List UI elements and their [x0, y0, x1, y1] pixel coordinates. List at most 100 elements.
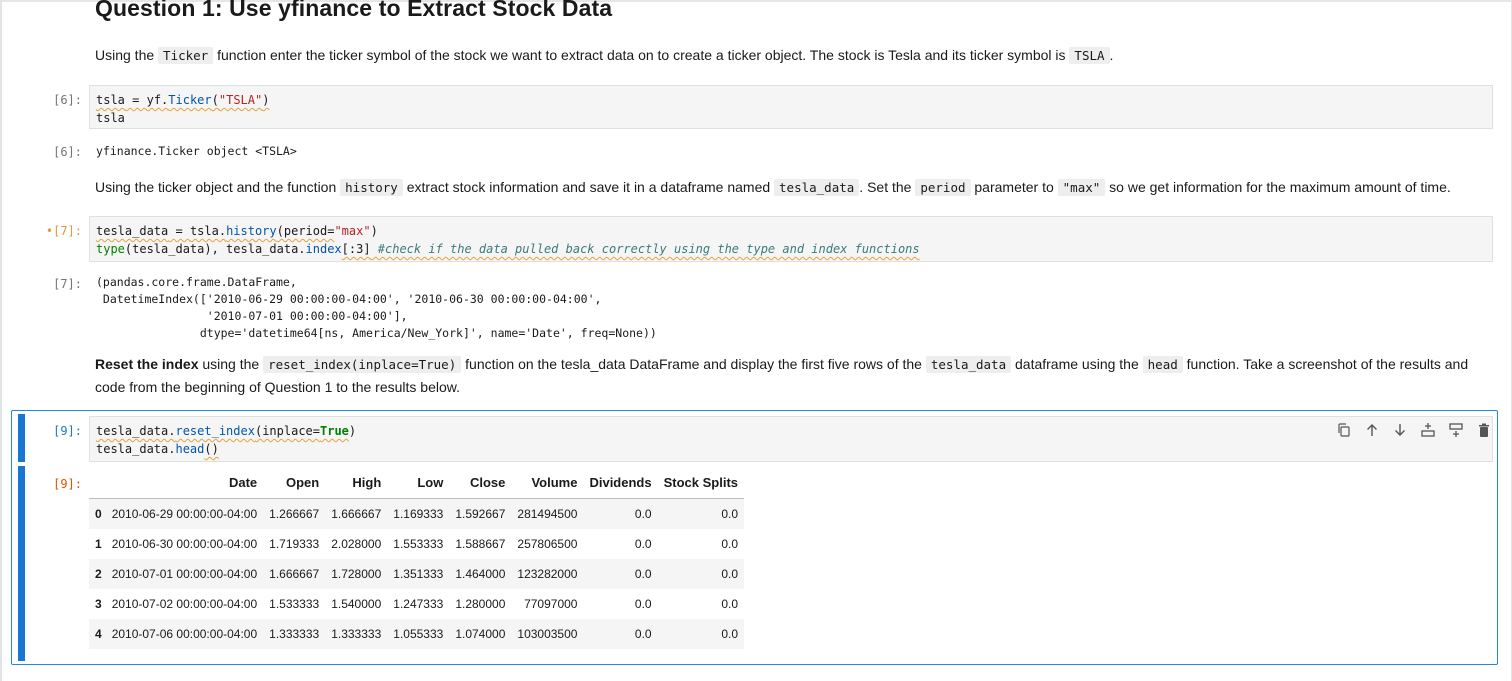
insert-above-icon[interactable] — [1418, 420, 1438, 440]
table-cell: 2010-07-01 00:00:00-04:00 — [105, 559, 264, 589]
table-cell: 1.728000 — [325, 559, 388, 589]
cell7-input-prompt: •[7]: — [45, 224, 82, 238]
table-cell: 2010-07-06 00:00:00-04:00 — [105, 619, 264, 649]
input-collapser[interactable] — [18, 414, 25, 462]
column-header: Open — [263, 471, 326, 499]
row-index: 1 — [95, 537, 102, 551]
table-cell: 1.719333 — [269, 537, 320, 551]
column-header: Close — [449, 471, 512, 499]
code-token: history — [226, 224, 277, 238]
table-cell: 1.333333 — [325, 619, 388, 649]
duplicate-icon[interactable] — [1334, 420, 1354, 440]
intro-text-1: Using the — [95, 47, 159, 63]
row-index: 0 — [89, 498, 106, 529]
table-cell: 0.0 — [721, 537, 739, 551]
md2-text-2: extract stock information and save it in… — [402, 179, 775, 195]
md3-text-2: function on the tesla_data DataFrame and… — [461, 356, 926, 372]
table-cell: 1.333333 — [263, 619, 326, 649]
code-token: () — [204, 442, 219, 456]
markdown-intro: Using the Ticker function enter the tick… — [95, 44, 1113, 67]
intro-text-2: function enter the ticker symbol of the … — [213, 47, 1070, 63]
cell9-output-prompt: [9]: — [53, 477, 82, 491]
md2-code-tesla-data: tesla_data — [774, 179, 860, 196]
insert-below-icon[interactable] — [1446, 420, 1466, 440]
cell6-code-editor[interactable]: tsla = yf.Ticker("TSLA") tsla — [89, 85, 1493, 129]
table-cell: 0.0 — [657, 498, 745, 529]
table-cell: 1.592667 — [449, 498, 512, 529]
table-cell: 0.0 — [583, 619, 658, 649]
md2-code-history: history — [340, 179, 403, 196]
code-token: reset_index — [175, 424, 255, 438]
column-header: Date — [105, 471, 264, 499]
cell9-code-editor[interactable]: tesla_data.reset_index(inplace=True) tes… — [89, 416, 1493, 462]
md3-code-tesla-data: tesla_data — [925, 356, 1012, 373]
table-cell: 77097000 — [524, 597, 578, 611]
output-collapser[interactable] — [18, 466, 25, 661]
column-header: High — [325, 471, 388, 499]
table-cell: 0.0 — [721, 597, 739, 611]
cell6-output-prompt: [6]: — [53, 145, 82, 159]
code-token: ) — [348, 424, 357, 438]
code-token: type — [96, 242, 125, 256]
table-cell: 2010-06-30 00:00:00-04:00 — [111, 537, 258, 551]
table-cell: 257806500 — [517, 537, 578, 551]
column-header: Low — [387, 471, 450, 499]
code-token: Ticker — [168, 93, 212, 107]
table-cell: 1.351333 — [387, 559, 450, 589]
column-header: Stock Splits — [657, 471, 745, 499]
window-left-border — [0, 0, 2, 681]
md3-text-3: dataframe using the — [1011, 356, 1143, 372]
table-cell: 0.0 — [657, 559, 745, 589]
code-token: index — [305, 242, 342, 256]
markdown-history: Using the ticker object and the function… — [95, 176, 1451, 199]
code-comment: #check if the data pulled back correctly… — [370, 242, 920, 256]
table-cell: 0.0 — [634, 597, 652, 611]
code-token: "max" — [334, 224, 371, 238]
table-row: 2 2010-07-01 00:00:00-04:00 1.666667 1.7280… — [89, 559, 745, 589]
md2-code-period: period — [915, 179, 971, 196]
table-cell: 1.266667 — [263, 498, 326, 529]
code-token: ) — [370, 224, 378, 238]
cell7-code-editor[interactable]: tesla_data = tsla.history(period="max") … — [89, 216, 1493, 262]
table-cell: 1.247333 — [393, 597, 444, 611]
md3-code-head: head — [1142, 356, 1183, 373]
dataframe-table: Date Open High Low Close Volume Dividend… — [89, 471, 745, 649]
table-cell: 1.055333 — [387, 619, 450, 649]
table-cell: 2010-07-02 00:00:00-04:00 — [111, 597, 258, 611]
table-cell: 1.169333 — [387, 498, 450, 529]
code-token: head — [175, 442, 205, 456]
cell9-input-prompt: [9]: — [53, 424, 82, 438]
md2-text-3: . Set the — [859, 179, 916, 195]
delete-icon[interactable] — [1474, 420, 1494, 440]
table-cell: 1.074000 — [449, 619, 512, 649]
move-up-icon[interactable] — [1362, 420, 1382, 440]
intro-text-3: . — [1109, 47, 1114, 63]
code-token: tesla_data. — [96, 442, 176, 456]
table-row: 3 2010-07-02 00:00:00-04:00 1.533333 1.5400… — [89, 589, 744, 619]
move-down-icon[interactable] — [1390, 420, 1410, 440]
row-index: 3 — [95, 597, 102, 611]
table-header-row: Date Open High Low Close Volume Dividend… — [89, 471, 745, 499]
md3-code-reset-index: reset_index(inplace=True) — [263, 356, 462, 373]
intro-code-tsla: TSLA — [1069, 47, 1110, 64]
code-token: "TSLA" — [218, 93, 263, 107]
table-cell: 2.028000 — [331, 537, 382, 551]
code-token: [:3] — [341, 242, 371, 256]
code-token: yf. — [146, 93, 169, 107]
column-header — [89, 471, 106, 499]
code-token: = — [124, 93, 147, 107]
table-cell: 1.666667 — [263, 559, 326, 589]
table-cell: 1.280000 — [455, 597, 506, 611]
row-index: 2 — [89, 559, 106, 589]
md2-text-1: Using the ticker object and the function — [95, 179, 341, 195]
table-cell: 0.0 — [583, 498, 658, 529]
code-token: ( — [211, 93, 219, 107]
table-cell: 1.553333 — [393, 537, 444, 551]
table-cell: 0.0 — [583, 559, 658, 589]
table-row: 4 2010-07-06 00:00:00-04:00 1.333333 1.3333… — [89, 619, 745, 649]
table-cell: 1.540000 — [331, 597, 382, 611]
table-row: 1 2010-06-30 00:00:00-04:00 1.719333 2.0280… — [89, 529, 744, 559]
page-title: Question 1: Use yfinance to Extract Stoc… — [95, 0, 613, 21]
table-cell: 103003500 — [511, 619, 584, 649]
column-header: Dividends — [583, 471, 658, 499]
